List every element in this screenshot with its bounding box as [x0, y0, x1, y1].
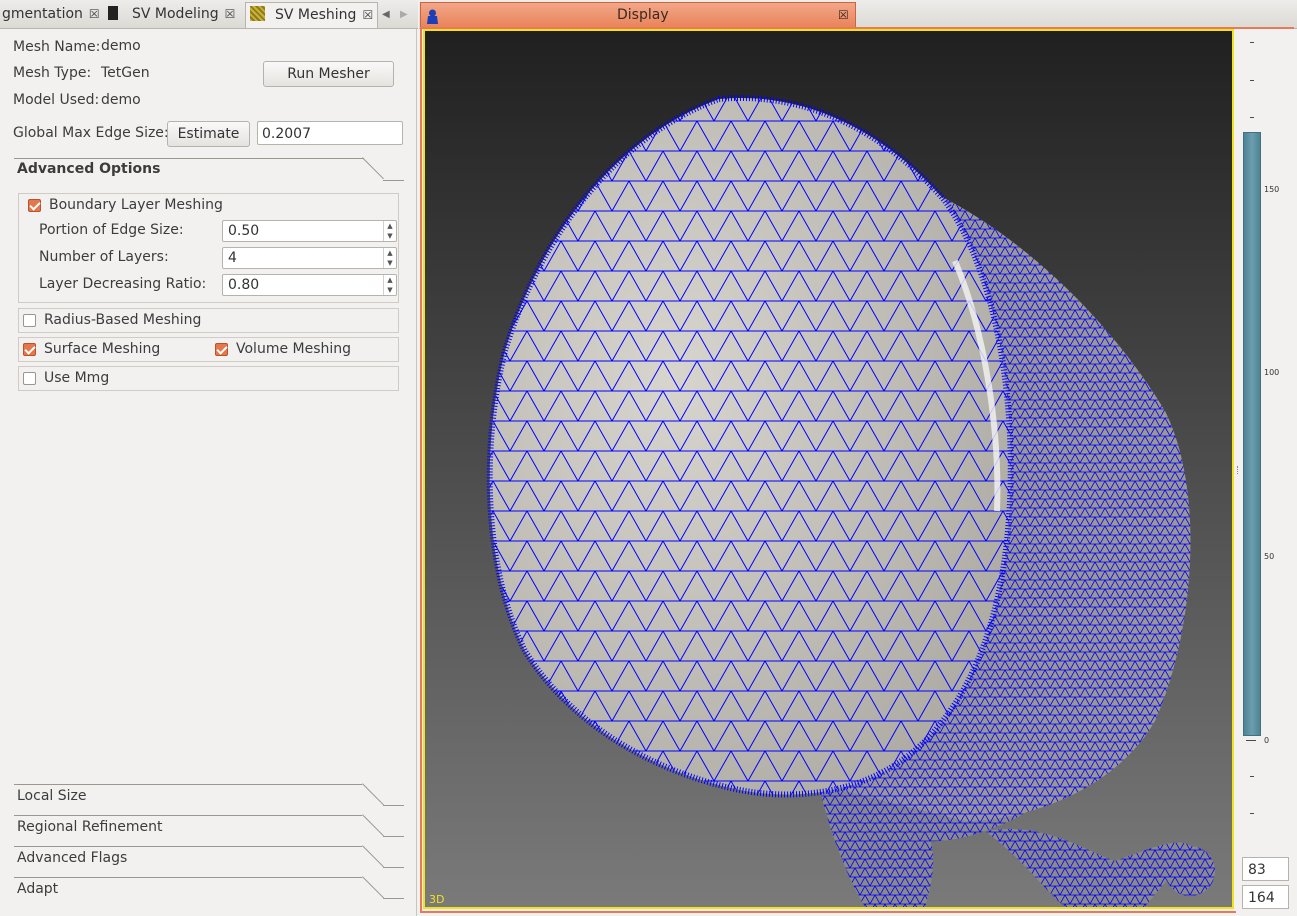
slice-slider-track[interactable]	[1243, 132, 1261, 736]
mesh-name-label: Mesh Name:	[13, 39, 101, 55]
layers-value: 4	[228, 250, 237, 266]
display-icon	[426, 8, 439, 24]
mesh-render	[486, 95, 1215, 907]
section-local-size-label: Local Size	[17, 788, 87, 804]
tab-segmentation[interactable]: gmentation ☒	[2, 2, 100, 27]
radius-based-checkbox[interactable]	[23, 314, 36, 327]
spin-arrows-icon[interactable]: ▲ ▼	[383, 221, 396, 241]
tab-display-label: Display	[617, 7, 669, 23]
section-line	[383, 867, 404, 868]
tab-modeling[interactable]: SV Modeling ☒	[108, 2, 235, 27]
tab-meshing[interactable]: SV Meshing ☒	[245, 2, 379, 28]
section-line	[14, 846, 362, 847]
ratio-spinbox[interactable]: 0.80 ▲ ▼	[222, 274, 397, 296]
run-mesher-button[interactable]: Run Mesher	[263, 61, 394, 87]
scale-label-0: 0	[1264, 736, 1270, 745]
section-advanced-flags[interactable]: Advanced Flags	[14, 845, 406, 870]
slice-lower-field[interactable]: 164	[1242, 885, 1289, 909]
section-line	[383, 898, 404, 899]
view-label: 3D	[429, 893, 445, 906]
mesh-name-value: demo	[101, 38, 141, 54]
layers-spinbox[interactable]: 4 ▲ ▼	[222, 247, 397, 269]
surface-meshing-checkbox[interactable]	[23, 343, 36, 356]
section-advanced-flags-label: Advanced Flags	[17, 850, 128, 866]
volume-meshing-checkbox[interactable]	[215, 343, 228, 356]
close-icon[interactable]: ☒	[89, 7, 100, 21]
surface-meshing-label: Surface Meshing	[44, 341, 161, 357]
tab-segmentation-label: gmentation	[2, 6, 83, 22]
portion-spinbox[interactable]: 0.50 ▲ ▼	[222, 220, 397, 242]
close-icon[interactable]: ☒	[838, 3, 849, 28]
section-line	[14, 815, 362, 816]
section-line	[383, 836, 404, 837]
render-viewport-3d[interactable]: 3D	[423, 29, 1234, 909]
use-mmg-label: Use Mmg	[44, 370, 110, 386]
tab-scroll-right-icon[interactable]: ▶	[400, 2, 408, 27]
slice-slider-handle[interactable]	[1237, 466, 1241, 474]
ratio-value: 0.80	[228, 277, 260, 293]
boundary-layer-label: Boundary Layer Meshing	[49, 197, 223, 213]
portion-value: 0.50	[228, 223, 260, 239]
tab-scroll-left-icon[interactable]: ◀	[382, 2, 390, 27]
scale-label-100: 100	[1264, 368, 1280, 377]
model-used-value: demo	[101, 92, 141, 108]
boundary-layer-checkbox[interactable]	[28, 199, 41, 212]
section-line	[383, 805, 404, 806]
layers-label: Number of Layers:	[39, 249, 169, 265]
close-icon[interactable]: ☒	[362, 8, 373, 22]
scale-tick	[1250, 776, 1254, 777]
section-regional-refinement[interactable]: Regional Refinement	[14, 814, 406, 839]
scale-tick	[1250, 813, 1254, 814]
section-regional-refinement-label: Regional Refinement	[17, 819, 163, 835]
section-line	[14, 158, 364, 159]
portion-label: Portion of Edge Size:	[39, 222, 184, 238]
section-line	[14, 877, 362, 878]
meshing-icon	[250, 6, 265, 21]
section-adapt[interactable]: Adapt	[14, 876, 406, 901]
section-line	[383, 180, 404, 181]
close-icon[interactable]: ☒	[225, 7, 236, 21]
use-mmg-checkbox[interactable]	[23, 372, 36, 385]
tab-modeling-label: SV Modeling	[132, 6, 219, 22]
scale-label-50: 50	[1264, 552, 1275, 561]
advanced-options-title[interactable]: Advanced Options	[17, 161, 160, 177]
section-local-size[interactable]: Local Size	[14, 783, 406, 808]
edge-size-label: Global Max Edge Size:	[13, 125, 169, 141]
mesh-type-label: Mesh Type:	[13, 65, 92, 81]
scale-tick	[1250, 42, 1254, 43]
radius-based-label: Radius-Based Meshing	[44, 312, 202, 328]
estimate-button[interactable]: Estimate	[167, 121, 250, 147]
slice-upper-field[interactable]: 83	[1242, 857, 1289, 881]
spin-arrows-icon[interactable]: ▲ ▼	[383, 275, 396, 295]
modeling-icon	[108, 6, 118, 20]
tab-display[interactable]: Display ☒	[420, 2, 856, 28]
section-corner	[362, 783, 384, 806]
section-corner	[362, 845, 384, 868]
section-line	[14, 784, 362, 785]
mesh-type-value: TetGen	[101, 65, 150, 81]
tab-meshing-label: SV Meshing	[275, 7, 357, 23]
scale-tick	[1250, 117, 1254, 118]
ratio-label: Layer Decreasing Ratio:	[39, 276, 207, 292]
model-used-label: Model Used:	[13, 92, 100, 108]
volume-meshing-label: Volume Meshing	[236, 341, 352, 357]
scale-tick	[1246, 740, 1256, 741]
edge-size-input[interactable]: 0.2007	[257, 121, 403, 145]
scale-label-150: 150	[1264, 185, 1280, 194]
section-corner	[362, 814, 384, 837]
section-corner	[362, 876, 384, 899]
spin-arrows-icon[interactable]: ▲ ▼	[383, 248, 396, 268]
scale-tick	[1250, 80, 1254, 81]
section-adapt-label: Adapt	[17, 881, 59, 897]
